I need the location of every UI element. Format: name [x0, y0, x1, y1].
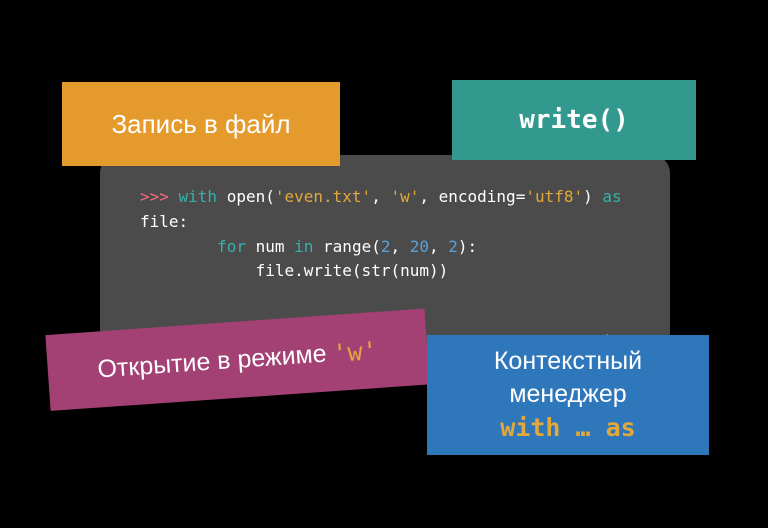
str-filename: 'even.txt': [275, 187, 371, 206]
label-context-manager: Контекстный менеджер with … as: [427, 335, 709, 455]
code-text: ,: [371, 187, 390, 206]
code-text: num: [246, 237, 294, 256]
str-mode: 'w': [390, 187, 419, 206]
label-with-as: with … as: [500, 412, 635, 445]
label-text: write(): [519, 105, 629, 135]
label-text: Открытие в режиме: [97, 339, 328, 384]
code-text: ,: [429, 237, 448, 256]
kw-with: with: [179, 187, 218, 206]
code-line: file.write(str(num)): [140, 261, 448, 280]
str-encoding: 'utf8': [525, 187, 583, 206]
code-text: ): [583, 187, 602, 206]
code-text: range(: [313, 237, 380, 256]
code-text: , encoding=: [419, 187, 525, 206]
prompt: >>>: [140, 187, 179, 206]
num-lit: 20: [410, 237, 429, 256]
label-text: Запись в файл: [111, 109, 290, 140]
code-text: open(: [217, 187, 275, 206]
kw-as: as: [602, 187, 621, 206]
label-line2: менеджер: [509, 378, 626, 411]
kw-in: in: [294, 237, 313, 256]
label-line1: Контекстный: [494, 345, 642, 378]
label-write-to-file: Запись в файл: [62, 82, 340, 166]
code-indent: [140, 237, 217, 256]
kw-for: for: [217, 237, 246, 256]
label-write-func: write(): [452, 80, 696, 160]
code-text: ):: [458, 237, 477, 256]
code-text: ,: [390, 237, 409, 256]
label-mode-literal: 'w': [331, 335, 378, 367]
num-lit: 2: [448, 237, 458, 256]
code-block: >>> with open('even.txt', 'w', encoding=…: [140, 185, 635, 284]
code-text: file:: [140, 212, 188, 231]
